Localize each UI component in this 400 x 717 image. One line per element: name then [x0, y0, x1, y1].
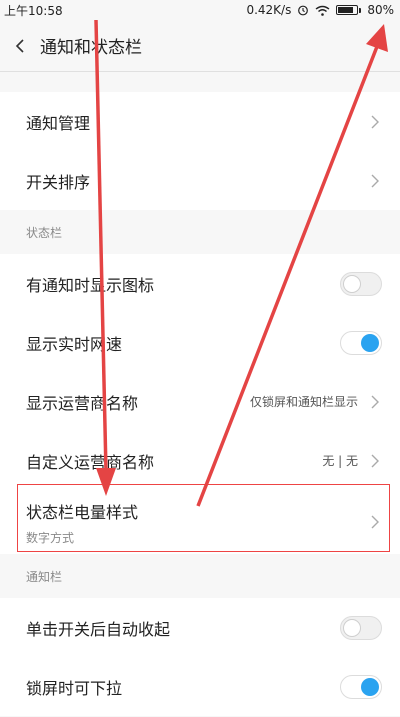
chevron-left-icon	[15, 38, 24, 53]
pull-down-toggle[interactable]	[340, 674, 382, 699]
status-bar: 上午10:58 0.42K/s 80%	[0, 0, 400, 20]
back-button[interactable]	[0, 20, 40, 72]
battery-style-item[interactable]: 状态栏电量样式 数字方式	[0, 490, 400, 554]
notification-bar-group: 单击开关后自动收起 锁屏时可下拉	[0, 598, 400, 716]
toggle-order-item[interactable]: 开关排序	[0, 151, 400, 210]
custom-carrier-value: 无 | 无	[322, 454, 358, 468]
battery-level: 80%	[367, 3, 394, 17]
carrier-name-value: 仅锁屏和通知栏显示	[249, 395, 358, 409]
chevron-right-icon	[368, 395, 382, 409]
chevron-right-icon	[368, 515, 382, 529]
chevron-right-icon	[368, 454, 382, 468]
alarm-icon	[297, 4, 309, 16]
chevron-right-icon	[368, 174, 382, 188]
page-title: 通知和状态栏	[40, 38, 142, 58]
battery-icon	[336, 5, 362, 15]
pull-down-on-lockscreen-item: 锁屏时可下拉	[0, 657, 400, 716]
status-time: 上午10:58	[4, 3, 63, 18]
battery-style-sublabel: 数字方式	[26, 530, 75, 545]
custom-carrier-name-item[interactable]: 自定义运营商名称 无 | 无	[0, 431, 400, 490]
notification-management-item[interactable]: 通知管理	[0, 92, 400, 151]
section-header-notification-bar: 通知栏	[0, 554, 400, 598]
wifi-icon	[315, 5, 330, 16]
status-bar-group: 有通知时显示图标 显示实时网速 显示运营商名称 仅锁屏和通知栏显示 自定义运营商…	[0, 254, 400, 554]
section-header-status-bar: 状态栏	[0, 210, 400, 254]
net-speed: 0.42K/s	[246, 3, 292, 17]
chevron-right-icon	[368, 115, 382, 129]
auto-collapse-item: 单击开关后自动收起	[0, 598, 400, 657]
show-icon-on-notification-item: 有通知时显示图标	[0, 254, 400, 313]
show-carrier-name-item[interactable]: 显示运营商名称 仅锁屏和通知栏显示	[0, 372, 400, 431]
show-icon-toggle[interactable]	[340, 271, 382, 296]
net-speed-toggle[interactable]	[340, 330, 382, 355]
title-bar: 通知和状态栏	[0, 20, 400, 72]
show-net-speed-item: 显示实时网速	[0, 313, 400, 372]
top-group: 通知管理 开关排序	[0, 92, 400, 210]
auto-collapse-toggle[interactable]	[340, 615, 382, 640]
